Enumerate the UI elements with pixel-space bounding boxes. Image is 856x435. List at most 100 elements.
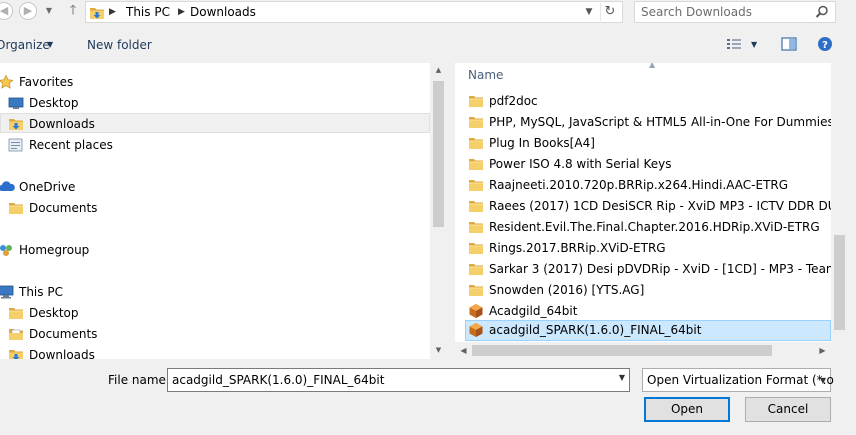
search-input[interactable] (641, 4, 811, 20)
scrollbar-thumb[interactable] (433, 81, 444, 227)
folder-icon (468, 198, 484, 214)
file-row[interactable]: Raees (2017) 1CD DesiSCR Rip - XviD MP3 … (455, 196, 831, 217)
file-name-input[interactable] (172, 372, 602, 388)
file-type-filter-label: Open Virtualization Format (*.o (647, 373, 834, 387)
view-options-icon[interactable] (726, 36, 742, 52)
view-options-chevron-down-icon[interactable]: ▼ (751, 40, 757, 49)
file-name: acadgild_SPARK(1.6.0)_FINAL_64bit (489, 323, 702, 337)
address-bar[interactable]: ▶ This PC ▶ Downloads ▼ ↻ (85, 1, 623, 23)
nav-item-label: Favorites (19, 75, 74, 89)
scroll-down-arrow-icon[interactable]: ▼ (430, 343, 447, 357)
file-row[interactable]: PHP, MySQL, JavaScript & HTML5 All-in-On… (455, 112, 831, 133)
refresh-icon[interactable]: ↻ (600, 3, 619, 21)
forward-button[interactable]: ▶ (19, 2, 37, 20)
file-row[interactable]: Plug In Books[A4] (455, 133, 831, 154)
nav-item-pc-desktop[interactable]: Desktop (0, 303, 430, 323)
search-icon[interactable] (815, 5, 829, 19)
help-icon[interactable]: ? (817, 36, 833, 52)
file-name: Sarkar 3 (2017) Desi pDVDRip - XviD - [1… (489, 262, 831, 276)
scroll-right-arrow-icon[interactable]: ▶ (814, 342, 831, 359)
chevron-down-icon[interactable]: ▼ (820, 376, 826, 385)
cancel-button[interactable]: Cancel (745, 397, 831, 422)
file-row[interactable]: Rings.2017.BRRip.XViD-ETRG (455, 238, 831, 259)
nav-item-downloads[interactable]: Downloads (0, 113, 430, 133)
nav-item-label: Downloads (29, 348, 95, 359)
file-row[interactable]: Acadgild_64bit (455, 301, 831, 322)
column-header-label: Name (468, 68, 504, 82)
folder-icon (468, 219, 484, 235)
breadcrumb-downloads[interactable]: Downloads (190, 5, 256, 20)
scroll-left-arrow-icon[interactable]: ◀ (455, 342, 472, 359)
file-name: Acadgild_64bit (489, 304, 578, 318)
nav-item-favorites[interactable]: Favorites (0, 72, 430, 92)
star-icon (0, 74, 14, 89)
nav-item-onedrive-documents[interactable]: Documents (0, 198, 430, 218)
scroll-up-arrow-icon[interactable]: ▲ (430, 63, 447, 77)
nav-item-desktop[interactable]: Desktop (0, 93, 430, 113)
folder-icon (468, 156, 484, 172)
file-row[interactable]: pdf2doc (455, 91, 831, 112)
file-name-combobox[interactable]: ▼ (167, 368, 630, 392)
column-header-name[interactable]: ▲ Name (455, 63, 831, 85)
folder-icon (468, 240, 484, 256)
breadcrumb-this-pc[interactable]: This PC (126, 5, 170, 20)
chevron-down-icon[interactable]: ▼ (619, 373, 625, 382)
file-type-filter-select[interactable]: Open Virtualization Format (*.o ▼ (642, 368, 834, 392)
file-name: Plug In Books[A4] (489, 136, 595, 150)
nav-item-label: Desktop (29, 306, 79, 320)
open-button[interactable]: Open (644, 397, 730, 422)
file-name: Resident.Evil.The.Final.Chapter.2016.HDR… (489, 220, 820, 234)
organize-button[interactable]: Organize (0, 38, 50, 52)
folder-icon (468, 177, 484, 193)
downloads-folder-icon (8, 347, 24, 359)
nav-item-pc-documents[interactable]: Documents (0, 324, 430, 344)
folder-icon (8, 200, 24, 216)
back-button[interactable]: ◀ (0, 2, 13, 20)
folder-icon (468, 261, 484, 277)
file-list-pane: ▲ Name pdf2doc PHP, MySQL, JavaScript & … (455, 63, 831, 359)
file-list-vertical-scrollbar[interactable] (831, 63, 848, 342)
folder-icon (8, 305, 24, 321)
nav-item-label: This PC (19, 285, 63, 299)
nav-item-this-pc[interactable]: This PC (0, 282, 430, 302)
organize-chevron-down-icon[interactable]: ▼ (47, 40, 53, 49)
nav-item-label: Desktop (29, 96, 79, 110)
address-history-dropdown[interactable]: ▼ (582, 4, 596, 20)
sort-ascending-icon: ▲ (649, 63, 656, 69)
recent-places-icon (8, 138, 23, 152)
file-row[interactable]: Power ISO 4.8 with Serial Keys (455, 154, 831, 175)
file-list-horizontal-scrollbar[interactable]: ◀ ▶ (455, 342, 831, 359)
scrollbar-thumb[interactable] (472, 345, 772, 356)
file-row[interactable]: Raajneeti.2010.720p.BRRip.x264.Hindi.AAC… (455, 175, 831, 196)
nav-item-homegroup[interactable]: Homegroup (0, 240, 430, 260)
breadcrumb-separator[interactable]: ▶ (178, 5, 185, 20)
file-name: pdf2doc (489, 94, 538, 108)
file-row[interactable]: Resident.Evil.The.Final.Chapter.2016.HDR… (455, 217, 831, 238)
nav-item-recent-places[interactable]: Recent places (0, 135, 430, 155)
folder-icon (468, 114, 484, 130)
file-row[interactable]: Sarkar 3 (2017) Desi pDVDRip - XviD - [1… (455, 259, 831, 280)
navigation-pane: Favorites Desktop Downloads Recent place… (0, 63, 446, 359)
computer-icon (0, 285, 14, 299)
preview-pane-icon[interactable] (781, 36, 797, 52)
nav-item-onedrive[interactable]: OneDrive (0, 177, 430, 197)
homegroup-icon (0, 245, 12, 256)
nav-item-label: Documents (29, 327, 98, 341)
up-arrow-icon[interactable]: 🡑 (66, 2, 80, 20)
search-box[interactable] (634, 1, 836, 23)
documents-folder-icon (9, 329, 23, 340)
nav-item-label: Homegroup (19, 243, 90, 257)
nav-item-label: Downloads (29, 117, 95, 131)
file-row[interactable]: Snowden (2016) [YTS.AG] (455, 280, 831, 301)
nav-pane-scrollbar[interactable]: ▲ ▼ (430, 63, 447, 359)
nav-item-label: Documents (29, 201, 98, 215)
file-name: Raajneeti.2010.720p.BRRip.x264.Hindi.AAC… (489, 178, 789, 192)
recent-locations-dropdown[interactable]: ▼ (43, 3, 55, 19)
file-row-selected[interactable]: acadgild_SPARK(1.6.0)_FINAL_64bit (465, 320, 831, 341)
scrollbar-thumb[interactable] (834, 235, 845, 330)
new-folder-button[interactable]: New folder (87, 38, 152, 52)
nav-item-label: Recent places (29, 138, 113, 152)
breadcrumb-separator[interactable]: ▶ (109, 5, 116, 20)
nav-item-pc-downloads[interactable]: Downloads (0, 345, 430, 359)
downloads-folder-icon (8, 116, 24, 132)
